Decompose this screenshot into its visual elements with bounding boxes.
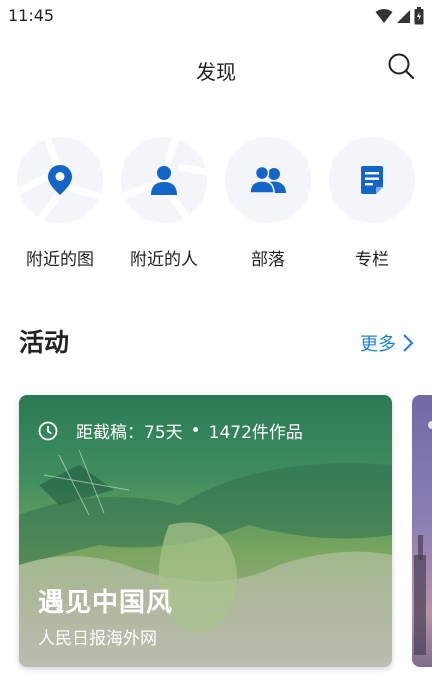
card-subtitle: 人民日报海外网 [38, 629, 157, 649]
quick-link-label: 附近的图 [26, 250, 94, 270]
search-icon [388, 53, 415, 80]
more-label: 更多 [360, 334, 396, 355]
card-deadline: 距截稿：75天 [76, 423, 183, 443]
document-icon [361, 166, 383, 194]
card-title: 遇见中国风 [38, 588, 174, 618]
group-icon [249, 166, 286, 194]
quick-link-columns[interactable]: 专栏 [327, 137, 417, 270]
page-title: 发现 [196, 60, 236, 84]
signal-icon [397, 10, 410, 23]
activities-heading: 活动 [19, 328, 70, 357]
quick-link-circle [225, 137, 311, 223]
clock-icon [38, 421, 58, 440]
more-button[interactable]: 更多 [360, 330, 414, 356]
quick-link-label: 部落 [251, 250, 285, 270]
next-activity-card[interactable] [412, 395, 432, 667]
person-icon [151, 166, 177, 195]
quick-link-label: 专栏 [355, 250, 389, 270]
quick-link-circle [17, 137, 103, 223]
status-time: 11:45 [8, 6, 55, 25]
quick-link-circle [329, 137, 415, 223]
quick-link-tribes[interactable]: 部落 [223, 137, 313, 270]
chevron-right-icon [403, 334, 414, 352]
search-button[interactable] [386, 51, 416, 81]
quick-link-circle [121, 137, 207, 223]
quick-links: 附近的图 附近的人 部落 专栏 [0, 137, 432, 277]
quick-link-label: 附近的人 [130, 250, 198, 270]
card-meta: 距截稿：75天 • 1472件作品 [38, 418, 303, 443]
quick-link-nearby-people[interactable]: 附近的人 [119, 137, 209, 270]
wifi-icon [375, 9, 393, 23]
status-bar: 11:45 [0, 0, 432, 34]
status-icons [375, 7, 424, 25]
battery-icon [414, 7, 424, 25]
card-works-count: 1472件作品 [208, 423, 303, 443]
quick-link-nearby-photos[interactable]: 附近的图 [15, 137, 105, 270]
next-card-image [414, 421, 432, 655]
location-pin-icon [48, 165, 72, 195]
card-separator: • [190, 420, 201, 441]
